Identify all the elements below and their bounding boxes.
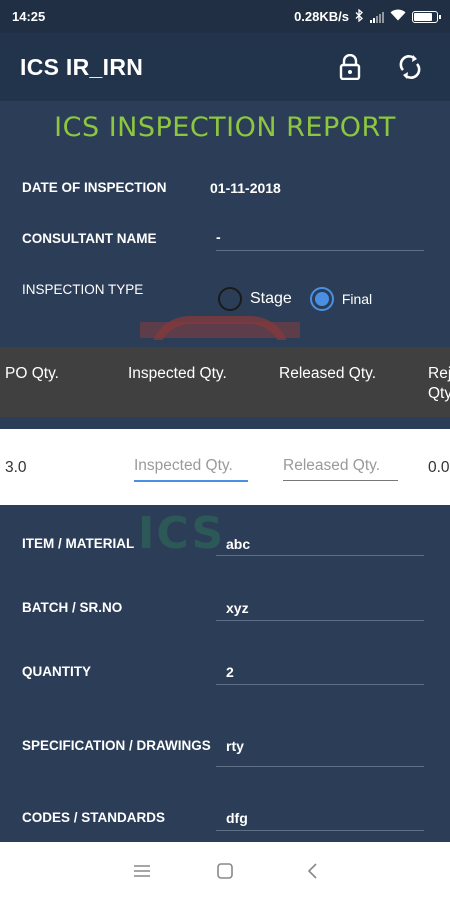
consultant-name-label: CONSULTANT NAME	[22, 231, 157, 246]
report-title: ICS INSPECTION REPORT	[54, 112, 396, 143]
inspection-type-label: INSPECTION TYPE	[22, 282, 144, 297]
header-released-qty: Released Qty.	[279, 365, 377, 382]
network-speed: 0.28KB/s	[294, 9, 349, 24]
status-time: 14:25	[12, 9, 46, 24]
specification-drawings-underline	[216, 766, 424, 767]
header-rejected: Rej	[428, 365, 450, 382]
watermark-graphic	[140, 316, 300, 340]
batch-sr-no-field[interactable]: xyz	[226, 600, 249, 616]
header-rejected-qty: Qty	[428, 385, 450, 402]
item-material-underline	[216, 555, 424, 556]
date-of-inspection-value[interactable]: 01-11-2018	[210, 180, 281, 196]
final-radio-button[interactable]	[309, 287, 334, 311]
quantity-underline	[216, 684, 424, 685]
batch-sr-no-label: BATCH / SR.NO	[22, 600, 123, 615]
released-qty-input[interactable]: Released Qty.	[283, 457, 398, 481]
item-material-field[interactable]: abc	[226, 536, 250, 552]
app-title: ICS IR_IRN	[20, 53, 144, 80]
final-radio-label[interactable]: Final	[342, 291, 372, 307]
home-icon[interactable]	[214, 860, 236, 882]
ics-watermark-logo: ICS	[138, 508, 226, 559]
specification-drawings-label: SPECIFICATION / DRAWINGS	[22, 738, 211, 753]
codes-standards-label: CODES / STANDARDS	[22, 810, 166, 825]
signal-icon	[370, 11, 384, 23]
status-indicators: 0.28KB/s	[294, 8, 441, 25]
battery-icon	[412, 10, 441, 23]
batch-sr-no-underline	[216, 620, 424, 621]
rejected-qty-value: 0.0	[428, 459, 450, 476]
consultant-name-underline	[216, 250, 424, 251]
specification-drawings-field[interactable]: rty	[226, 738, 244, 754]
inspected-qty-input[interactable]: Inspected Qty.	[134, 457, 248, 482]
lock-icon[interactable]	[330, 47, 370, 87]
header-po-qty: PO Qty.	[5, 365, 59, 382]
table-spacer	[0, 417, 450, 429]
stage-radio-button[interactable]	[218, 287, 242, 311]
back-icon[interactable]	[301, 860, 323, 882]
inspection-type-radio-group: Stage Final	[218, 287, 372, 311]
date-of-inspection-label: DATE OF INSPECTION	[22, 180, 167, 195]
sync-icon[interactable]	[390, 47, 430, 87]
wifi-icon	[390, 9, 406, 24]
table-row: 3.0 Inspected Qty. Released Qty. 0.0	[0, 429, 450, 505]
status-bar: 14:25 0.28KB/s	[0, 0, 450, 33]
quantity-field[interactable]: 2	[226, 664, 234, 680]
codes-standards-underline	[216, 830, 424, 831]
po-qty-value: 3.0	[5, 459, 27, 476]
menu-icon[interactable]	[131, 860, 153, 882]
app-bar: ICS IR_IRN	[0, 33, 450, 101]
system-nav-bar	[0, 842, 450, 900]
header-inspected-qty: Inspected Qty.	[128, 365, 227, 382]
consultant-name-field[interactable]: -	[216, 229, 221, 245]
quantity-table-header: PO Qty. Inspected Qty. Released Qty. Rej…	[0, 347, 450, 417]
item-material-label: ITEM / MATERIAL	[22, 536, 135, 551]
stage-radio-label[interactable]: Stage	[250, 290, 292, 308]
quantity-label: QUANTITY	[22, 664, 91, 679]
bluetooth-icon	[355, 8, 364, 25]
codes-standards-field[interactable]: dfg	[226, 810, 248, 826]
